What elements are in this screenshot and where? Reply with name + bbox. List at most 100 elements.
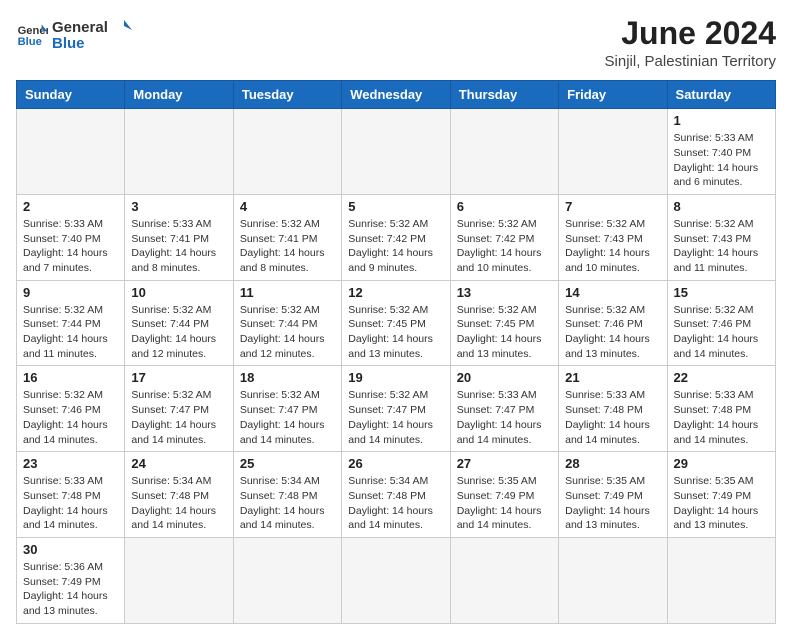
logo: General Blue General Blue	[16, 16, 132, 52]
day-info: Sunrise: 5:32 AM Sunset: 7:47 PM Dayligh…	[131, 388, 226, 447]
day-number: 14	[565, 285, 660, 300]
logo-svg: General Blue	[52, 16, 132, 52]
week-row-6: 30 Sunrise: 5:36 AM Sunset: 7:49 PM Dayli…	[17, 537, 776, 623]
calendar-table: SundayMondayTuesdayWednesdayThursdayFrid…	[16, 80, 776, 624]
calendar-cell: 3 Sunrise: 5:33 AM Sunset: 7:41 PM Daylig…	[125, 194, 233, 280]
day-header-sunday: Sunday	[17, 81, 125, 109]
day-info: Sunrise: 5:36 AM Sunset: 7:49 PM Dayligh…	[23, 560, 118, 619]
calendar-cell	[667, 537, 775, 623]
calendar-cell: 25 Sunrise: 5:34 AM Sunset: 7:48 PM Dayli…	[233, 452, 341, 538]
day-number: 3	[131, 199, 226, 214]
calendar-cell: 27Sunrise: 5:35 AM Sunset: 7:49 PM Dayli…	[450, 452, 558, 538]
day-info: Sunrise: 5:32 AM Sunset: 7:45 PM Dayligh…	[348, 303, 443, 362]
day-info: Sunrise: 5:33 AM Sunset: 7:40 PM Dayligh…	[23, 217, 118, 276]
day-number: 10	[131, 285, 226, 300]
day-info: Sunrise: 5:32 AM Sunset: 7:45 PM Dayligh…	[457, 303, 552, 362]
day-number: 9	[23, 285, 118, 300]
day-header-friday: Friday	[559, 81, 667, 109]
calendar-cell: 9Sunrise: 5:32 AM Sunset: 7:44 PM Daylig…	[17, 280, 125, 366]
calendar-cell: 20 Sunrise: 5:33 AM Sunset: 7:47 PM Dayli…	[450, 366, 558, 452]
calendar-cell: 10 Sunrise: 5:32 AM Sunset: 7:44 PM Dayli…	[125, 280, 233, 366]
svg-text:Blue: Blue	[52, 35, 85, 52]
calendar-cell: 22 Sunrise: 5:33 AM Sunset: 7:48 PM Dayli…	[667, 366, 775, 452]
calendar-cell: 19 Sunrise: 5:32 AM Sunset: 7:47 PM Dayli…	[342, 366, 450, 452]
calendar-cell: 6Sunrise: 5:32 AM Sunset: 7:42 PM Daylig…	[450, 194, 558, 280]
calendar-cell	[233, 109, 341, 195]
day-number: 13	[457, 285, 552, 300]
day-info: Sunrise: 5:32 AM Sunset: 7:46 PM Dayligh…	[674, 303, 769, 362]
calendar-cell: 15 Sunrise: 5:32 AM Sunset: 7:46 PM Dayli…	[667, 280, 775, 366]
calendar-cell: 13 Sunrise: 5:32 AM Sunset: 7:45 PM Dayli…	[450, 280, 558, 366]
day-info: Sunrise: 5:32 AM Sunset: 7:46 PM Dayligh…	[23, 388, 118, 447]
day-info: Sunrise: 5:32 AM Sunset: 7:41 PM Dayligh…	[240, 217, 335, 276]
day-number: 21	[565, 370, 660, 385]
day-number: 19	[348, 370, 443, 385]
calendar-cell: 12 Sunrise: 5:32 AM Sunset: 7:45 PM Dayli…	[342, 280, 450, 366]
day-number: 20	[457, 370, 552, 385]
day-info: Sunrise: 5:33 AM Sunset: 7:41 PM Dayligh…	[131, 217, 226, 276]
day-header-saturday: Saturday	[667, 81, 775, 109]
day-number: 15	[674, 285, 769, 300]
day-header-monday: Monday	[125, 81, 233, 109]
month-year-title: June 2024	[605, 16, 776, 51]
day-number: 28	[565, 456, 660, 471]
day-info: Sunrise: 5:34 AM Sunset: 7:48 PM Dayligh…	[348, 474, 443, 533]
day-info: Sunrise: 5:32 AM Sunset: 7:46 PM Dayligh…	[565, 303, 660, 362]
day-number: 30	[23, 542, 118, 557]
week-row-1: 1 Sunrise: 5:33 AM Sunset: 7:40 PM Daylig…	[17, 109, 776, 195]
day-number: 2	[23, 199, 118, 214]
day-number: 1	[674, 113, 769, 128]
week-row-4: 16Sunrise: 5:32 AM Sunset: 7:46 PM Dayli…	[17, 366, 776, 452]
day-number: 5	[348, 199, 443, 214]
page-header: General Blue General Blue June 2024 Sinj…	[16, 16, 776, 70]
day-info: Sunrise: 5:32 AM Sunset: 7:44 PM Dayligh…	[131, 303, 226, 362]
day-number: 12	[348, 285, 443, 300]
day-number: 4	[240, 199, 335, 214]
calendar-cell	[342, 109, 450, 195]
day-number: 8	[674, 199, 769, 214]
day-info: Sunrise: 5:35 AM Sunset: 7:49 PM Dayligh…	[565, 474, 660, 533]
calendar-cell: 1 Sunrise: 5:33 AM Sunset: 7:40 PM Daylig…	[667, 109, 775, 195]
day-info: Sunrise: 5:33 AM Sunset: 7:48 PM Dayligh…	[565, 388, 660, 447]
calendar-cell	[450, 109, 558, 195]
day-header-thursday: Thursday	[450, 81, 558, 109]
day-number: 25	[240, 456, 335, 471]
calendar-cell	[450, 537, 558, 623]
calendar-cell	[17, 109, 125, 195]
calendar-cell: 8 Sunrise: 5:32 AM Sunset: 7:43 PM Daylig…	[667, 194, 775, 280]
day-number: 11	[240, 285, 335, 300]
day-header-tuesday: Tuesday	[233, 81, 341, 109]
week-row-3: 9 Sunrise: 5:32 AM Sunset: 7:44 PM Daylig…	[17, 280, 776, 366]
calendar-cell	[342, 537, 450, 623]
logo-icon: General Blue	[16, 18, 48, 50]
calendar-cell	[559, 537, 667, 623]
day-info: Sunrise: 5:33 AM Sunset: 7:40 PM Dayligh…	[674, 131, 769, 190]
day-number: 23	[23, 456, 118, 471]
day-info: Sunrise: 5:35 AM Sunset: 7:49 PM Dayligh…	[674, 474, 769, 533]
day-info: Sunrise: 5:33 AM Sunset: 7:48 PM Dayligh…	[674, 388, 769, 447]
svg-text:General: General	[52, 19, 108, 36]
title-area: June 2024 Sinjil, Palestinian Territory	[605, 16, 776, 70]
day-info: Sunrise: 5:32 AM Sunset: 7:43 PM Dayligh…	[674, 217, 769, 276]
calendar-cell	[125, 109, 233, 195]
calendar-cell: 18Sunrise: 5:32 AM Sunset: 7:47 PM Dayli…	[233, 366, 341, 452]
calendar-cell: 23Sunrise: 5:33 AM Sunset: 7:48 PM Dayli…	[17, 452, 125, 538]
calendar-cell: 5Sunrise: 5:32 AM Sunset: 7:42 PM Daylig…	[342, 194, 450, 280]
day-info: Sunrise: 5:32 AM Sunset: 7:47 PM Dayligh…	[348, 388, 443, 447]
calendar-cell	[233, 537, 341, 623]
day-number: 26	[348, 456, 443, 471]
calendar-cell: 14 Sunrise: 5:32 AM Sunset: 7:46 PM Dayli…	[559, 280, 667, 366]
calendar-cell: 11Sunrise: 5:32 AM Sunset: 7:44 PM Dayli…	[233, 280, 341, 366]
svg-text:Blue: Blue	[18, 36, 42, 48]
day-info: Sunrise: 5:33 AM Sunset: 7:47 PM Dayligh…	[457, 388, 552, 447]
calendar-cell: 16Sunrise: 5:32 AM Sunset: 7:46 PM Dayli…	[17, 366, 125, 452]
day-number: 17	[131, 370, 226, 385]
day-number: 18	[240, 370, 335, 385]
day-info: Sunrise: 5:35 AM Sunset: 7:49 PM Dayligh…	[457, 474, 552, 533]
calendar-cell: 21 Sunrise: 5:33 AM Sunset: 7:48 PM Dayli…	[559, 366, 667, 452]
calendar-cell: 26 Sunrise: 5:34 AM Sunset: 7:48 PM Dayli…	[342, 452, 450, 538]
day-number: 22	[674, 370, 769, 385]
day-info: Sunrise: 5:34 AM Sunset: 7:48 PM Dayligh…	[240, 474, 335, 533]
day-number: 24	[131, 456, 226, 471]
day-header-wednesday: Wednesday	[342, 81, 450, 109]
